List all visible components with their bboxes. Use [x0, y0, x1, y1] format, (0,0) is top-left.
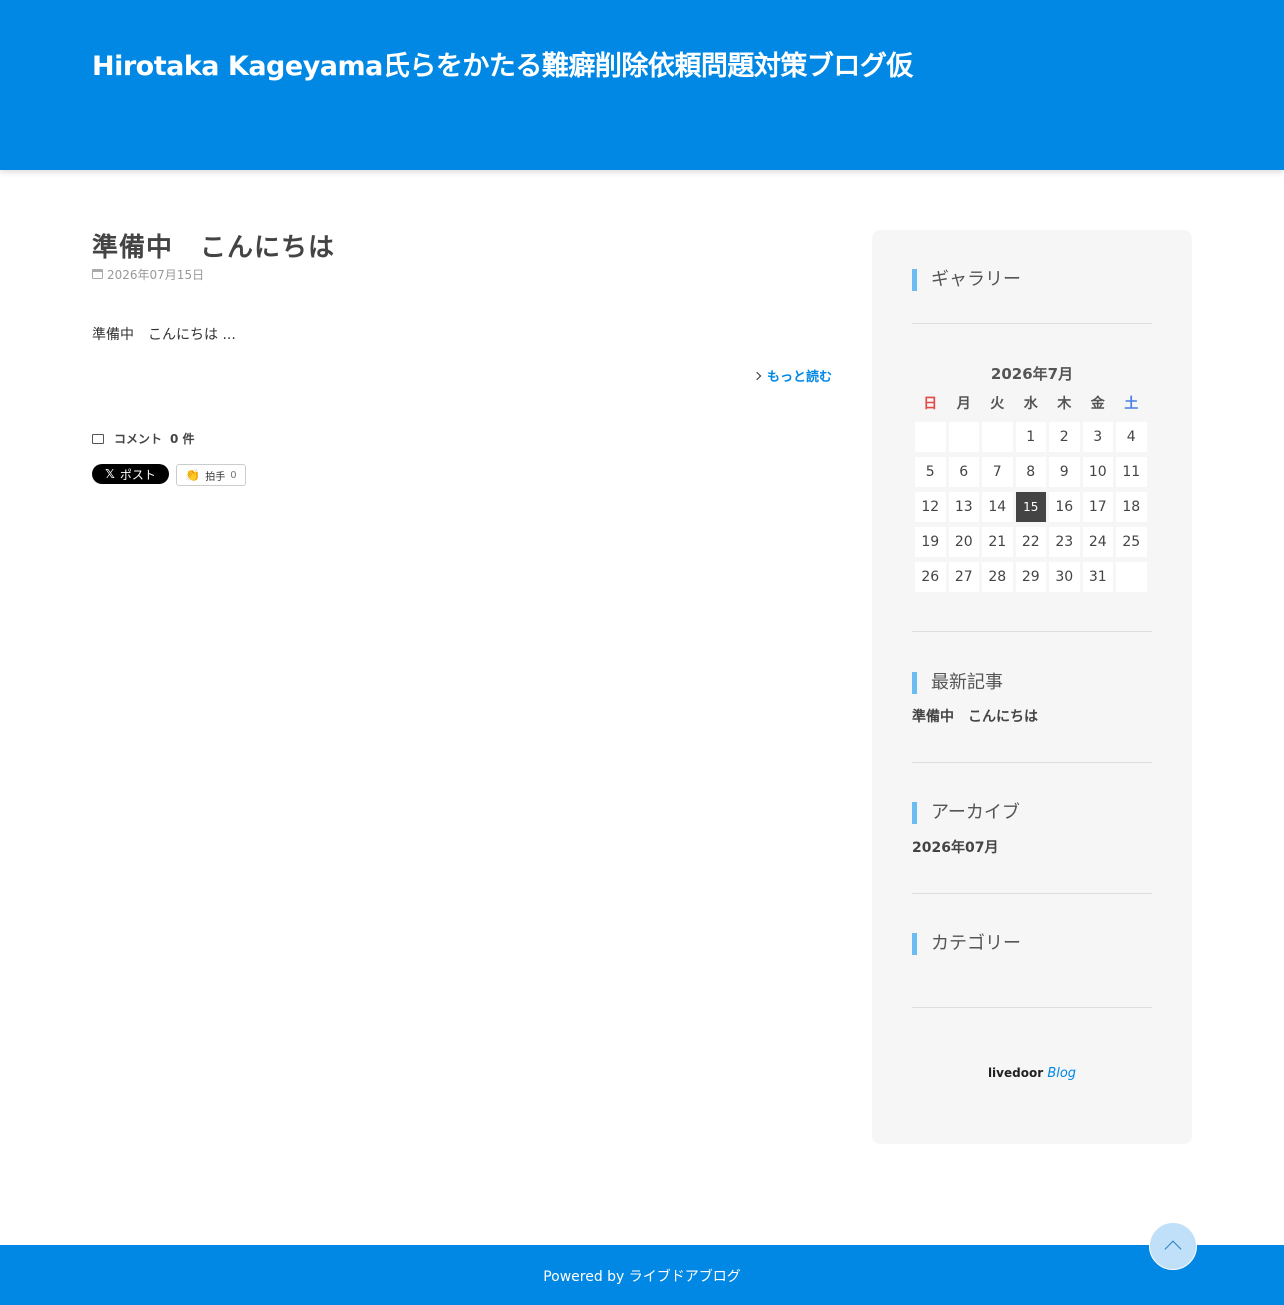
calendar-empty-cell — [982, 422, 1013, 452]
calendar-day: 17 — [1082, 492, 1113, 522]
site-title-link[interactable]: Hirotaka Kageyama氏らをかたる難癖削除依頼問題対策ブログ仮 — [92, 44, 913, 83]
article: 準備中 こんにちは 2026年07月15日 準備中 こんにちは ... もっと読… — [92, 230, 832, 486]
calendar-day: 30 — [1049, 562, 1080, 592]
clap-icon: 👏 — [185, 468, 201, 482]
clap-button[interactable]: 👏 拍手 0 — [176, 464, 246, 486]
calendar-day: 28 — [982, 562, 1013, 592]
calendar-day: 19 — [915, 527, 946, 557]
clap-label: 拍手 — [205, 471, 226, 483]
recent-posts-title: 最新記事 — [912, 672, 1003, 694]
article-title[interactable]: 準備中 こんにちは — [92, 230, 832, 266]
calendar-day: 7 — [982, 457, 1013, 487]
divider — [912, 893, 1152, 894]
calendar-day: 5 — [915, 457, 946, 487]
calendar-day: 8 — [1015, 457, 1046, 487]
calendar-day: 13 — [948, 492, 979, 522]
calendar-day: 25 — [1116, 527, 1147, 557]
back-to-top-button[interactable] — [1149, 1222, 1197, 1270]
calendar-day: 12 — [915, 492, 946, 522]
comments-label: コメント — [114, 432, 163, 446]
calendar-day: 6 — [948, 457, 979, 487]
x-logo-icon: 𝕏 — [105, 467, 115, 481]
site-header: Hirotaka Kageyama氏らをかたる難癖削除依頼問題対策ブログ仮 — [0, 0, 1284, 170]
livedoor-logo-text: livedoor — [987, 1066, 1044, 1080]
site-footer: Powered by ライブドアブログ — [0, 1245, 1284, 1305]
calendar-caption: 2026年7月 — [990, 365, 1074, 383]
calendar-day: 9 — [1049, 457, 1080, 487]
comment-icon — [92, 433, 104, 444]
calendar-day: 10 — [1082, 457, 1113, 487]
read-more-label: もっと読む — [766, 370, 832, 385]
divider — [912, 631, 1152, 632]
sidebar: ギャラリー 2026年7月 日月火水木金土 1 2 3 4 5 6 7 8 9 10 11 12 13 1… — [872, 230, 1192, 1144]
article-date: 2026年07月15日 — [92, 266, 832, 282]
gallery-title: ギャラリー — [912, 269, 1021, 291]
calendar-day: 22 — [1015, 527, 1046, 557]
calendar-week: 26 27 28 29 30 31 — [915, 562, 1150, 592]
calendar-day: 4 — [1116, 422, 1147, 452]
calendar-day: 26 — [915, 562, 946, 592]
chevron-up-icon — [1164, 1240, 1182, 1258]
calendar-day: 18 — [1116, 492, 1147, 522]
calendar-weekdays: 日月火水木金土 — [915, 391, 1150, 417]
read-more-link[interactable]: もっと読む — [752, 366, 832, 385]
livedoor-blog-logo[interactable]: livedoor Blog — [872, 1066, 1192, 1081]
comments-count: 0 件 — [170, 432, 195, 446]
share-buttons: 𝕏 ポスト 👏 拍手 0 — [92, 464, 246, 486]
x-post-label: ポスト — [119, 467, 156, 482]
comments-link[interactable]: コメント 0 件 — [92, 430, 195, 447]
calendar-day-today[interactable]: 15 — [1015, 492, 1046, 522]
calendar-weekday: 金 — [1090, 396, 1105, 412]
calendar-weekday: 火 — [990, 396, 1005, 412]
calendar-day: 23 — [1049, 527, 1080, 557]
calendar-day: 2 — [1049, 422, 1080, 452]
x-post-button[interactable]: 𝕏 ポスト — [92, 464, 169, 484]
livedoor-logo-blog: Blog — [1047, 1066, 1077, 1081]
clap-count: 0 — [230, 469, 237, 481]
calendar-day: 3 — [1082, 422, 1113, 452]
calendar: 日月火水木金土 1 2 3 4 5 6 7 8 9 10 11 12 13 14 15 16 17 18 19 20 2… — [915, 391, 1150, 592]
recent-post-link[interactable]: 準備中 こんにちは — [912, 706, 1038, 726]
calendar-weekday: 水 — [1023, 396, 1038, 412]
divider — [912, 1007, 1152, 1008]
calendar-day: 27 — [948, 562, 979, 592]
calendar-empty-cell — [1116, 562, 1147, 592]
calendar-day: 24 — [1082, 527, 1113, 557]
article-excerpt: 準備中 こんにちは ... — [92, 327, 236, 343]
calendar-day: 11 — [1116, 457, 1147, 487]
chevron-right-icon — [752, 371, 762, 380]
calendar-day: 14 — [982, 492, 1013, 522]
calendar-weekday: 土 — [1124, 396, 1139, 412]
calendar-icon — [92, 269, 103, 279]
calendar-weekday: 木 — [1057, 396, 1072, 412]
calendar-day: 1 — [1015, 422, 1046, 452]
calendar-empty-cell — [948, 422, 979, 452]
calendar-day: 21 — [982, 527, 1013, 557]
calendar-day: 29 — [1015, 562, 1046, 592]
divider — [912, 323, 1152, 324]
calendar-week: 5 6 7 8 9 10 11 — [915, 457, 1150, 487]
calendar-day: 20 — [948, 527, 979, 557]
calendar-weekday: 日 — [923, 396, 938, 412]
calendar-week: 1234 — [915, 422, 1150, 452]
calendar-empty-cell — [915, 422, 946, 452]
footer-text[interactable]: Powered by ライブドアブログ — [0, 1266, 1284, 1286]
calendar-week: 12 13 14 15 16 17 18 — [915, 492, 1150, 522]
category-title: カテゴリー — [912, 933, 1021, 955]
archive-title: アーカイブ — [912, 802, 1020, 824]
calendar-week: 19 20 21 22 23 24 25 — [915, 527, 1150, 557]
calendar-day: 16 — [1049, 492, 1080, 522]
calendar-day: 31 — [1082, 562, 1113, 592]
archive-link[interactable]: 2026年07月 — [912, 837, 998, 857]
divider — [912, 762, 1152, 763]
article-date-text: 2026年07月15日 — [107, 267, 205, 282]
calendar-weekday: 月 — [956, 396, 971, 412]
